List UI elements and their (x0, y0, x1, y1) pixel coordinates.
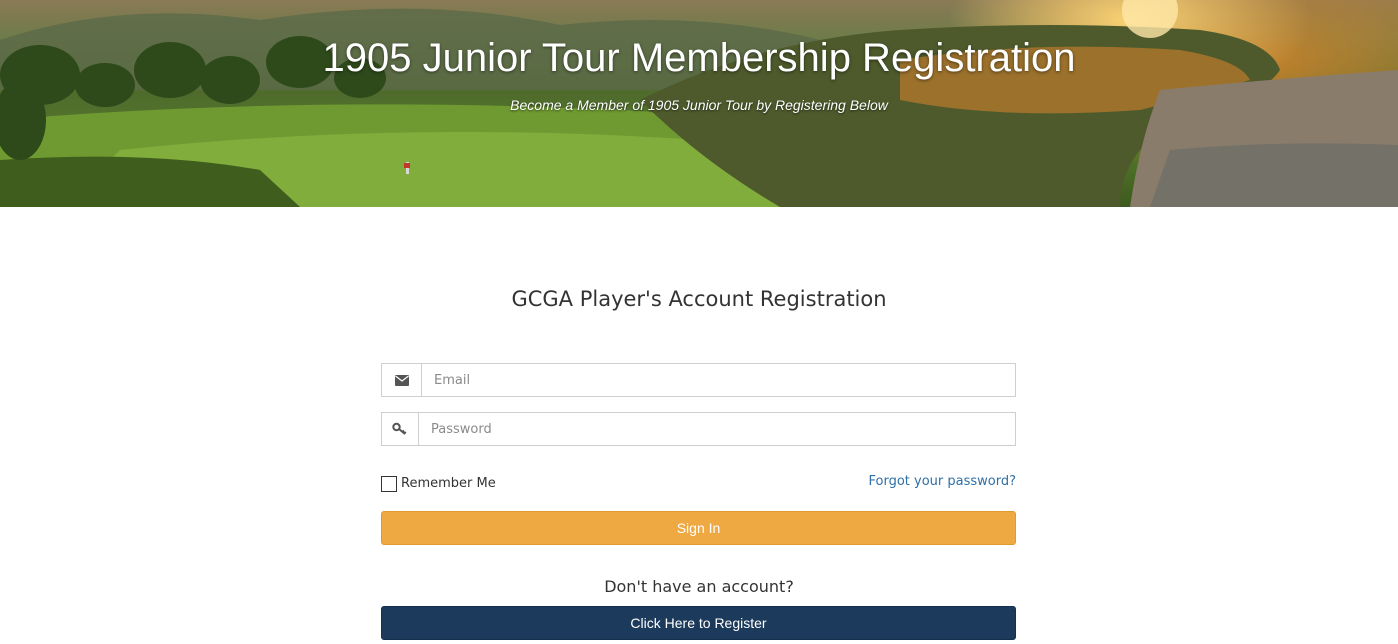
hero-banner: 1905 Junior Tour Membership Registration… (0, 0, 1398, 207)
email-input[interactable] (422, 364, 1015, 396)
remember-me-label: Remember Me (401, 475, 496, 491)
remember-me-checkbox[interactable] (381, 476, 397, 492)
envelope-icon (382, 364, 422, 396)
register-button[interactable]: Click Here to Register (381, 606, 1016, 640)
remember-me[interactable]: Remember Me (381, 474, 496, 492)
form-heading: GCGA Player's Account Registration (511, 287, 887, 311)
forgot-password-link[interactable]: Forgot your password? (868, 474, 1016, 489)
no-account-text: Don't have an account? (604, 577, 794, 596)
sign-in-button[interactable]: Sign In (381, 511, 1016, 545)
key-icon (382, 413, 419, 445)
page-title: 1905 Junior Tour Membership Registration (322, 36, 1076, 80)
email-field-group (381, 363, 1016, 397)
page-subtitle: Become a Member of 1905 Junior Tour by R… (510, 97, 888, 113)
password-input[interactable] (419, 413, 1015, 445)
password-field-group (381, 412, 1016, 446)
